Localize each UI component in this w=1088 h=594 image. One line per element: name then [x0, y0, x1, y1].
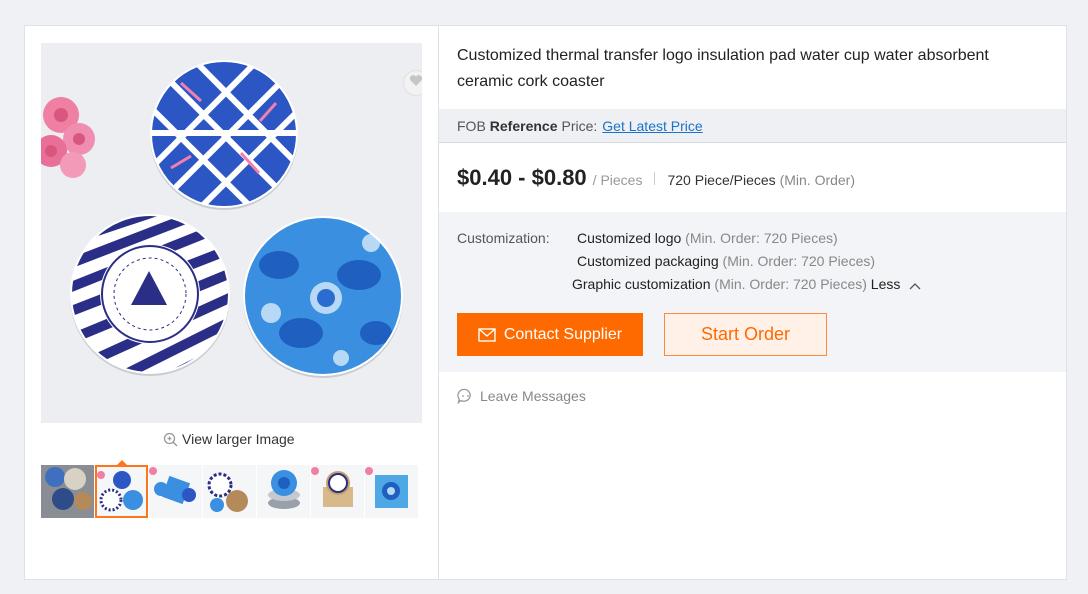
thumbnail-3[interactable] [149, 465, 202, 518]
less-toggle[interactable]: Less [871, 276, 921, 292]
option-name: Customized logo [577, 230, 682, 246]
min-order: 720 Piece/Pieces (Min. Order) [667, 172, 855, 188]
thumbnail-5[interactable] [257, 465, 310, 518]
price-range: $0.40 - $0.80 [457, 165, 587, 190]
option-name: Customized packaging [577, 253, 719, 269]
thumbnail-7[interactable] [365, 465, 418, 518]
min-order-value: 720 Piece/Pieces [667, 172, 776, 188]
heart-icon [409, 74, 422, 92]
option-min-order: (Min. Order: 720 Pieces) [722, 253, 876, 269]
thumbnail-strip [41, 465, 418, 518]
option-name: Graphic customization [572, 276, 711, 292]
start-order-button[interactable]: Start Order [664, 313, 827, 356]
product-title: Customized thermal transfer logo insulat… [457, 47, 989, 90]
thumbnail-1[interactable] [41, 465, 94, 518]
fob-price-bar: FOB Reference Price: Get Latest Price [439, 109, 1066, 143]
main-product-image[interactable] [41, 43, 422, 423]
price-row: $0.40 - $0.80 / Pieces 720 Piece/Pieces … [457, 165, 855, 191]
fob-suffix: Price: [561, 117, 598, 134]
contact-supplier-button[interactable]: Contact Supplier [457, 313, 643, 356]
thumbnail-6[interactable] [311, 465, 364, 518]
coasters-illustration [41, 43, 422, 423]
min-order-label: (Min. Order) [779, 172, 856, 188]
option-min-order: (Min. Order: 720 Pieces) [714, 276, 867, 292]
price-unit: / Pieces [592, 172, 643, 188]
fob-reference: Reference [489, 117, 558, 134]
option-min-order: (Min. Order: 720 Pieces) [685, 230, 838, 246]
chevron-up-icon [909, 277, 921, 293]
mail-icon [478, 327, 496, 342]
get-latest-price-link[interactable]: Get Latest Price [602, 118, 702, 134]
favorite-button[interactable] [403, 70, 422, 96]
leave-messages-label: Leave Messages [480, 388, 586, 404]
customization-option-graphic: Graphic customization (Min. Order: 720 P… [572, 276, 921, 293]
customization-box: Customization: Customized logo (Min. Ord… [439, 212, 1066, 372]
less-toggle-label: Less [870, 276, 901, 292]
zoom-in-icon [163, 432, 178, 447]
chat-icon [457, 388, 474, 404]
fob-prefix: FOB [457, 117, 486, 134]
customization-option-packaging: Customized packaging (Min. Order: 720 Pi… [577, 253, 875, 269]
view-larger-label: View larger Image [182, 431, 295, 447]
customization-option-logo: Customized logo (Min. Order: 720 Pieces) [577, 230, 838, 246]
thumbnail-2[interactable] [95, 465, 148, 518]
leave-messages-link[interactable]: Leave Messages [457, 388, 586, 404]
product-card: View larger Image Customized thermal tra… [24, 25, 1067, 580]
price-separator [654, 172, 656, 185]
customization-label: Customization: [457, 230, 550, 246]
thumbnail-4[interactable] [203, 465, 256, 518]
view-larger-link[interactable]: View larger Image [163, 431, 295, 447]
contact-supplier-label: Contact Supplier [503, 325, 623, 343]
